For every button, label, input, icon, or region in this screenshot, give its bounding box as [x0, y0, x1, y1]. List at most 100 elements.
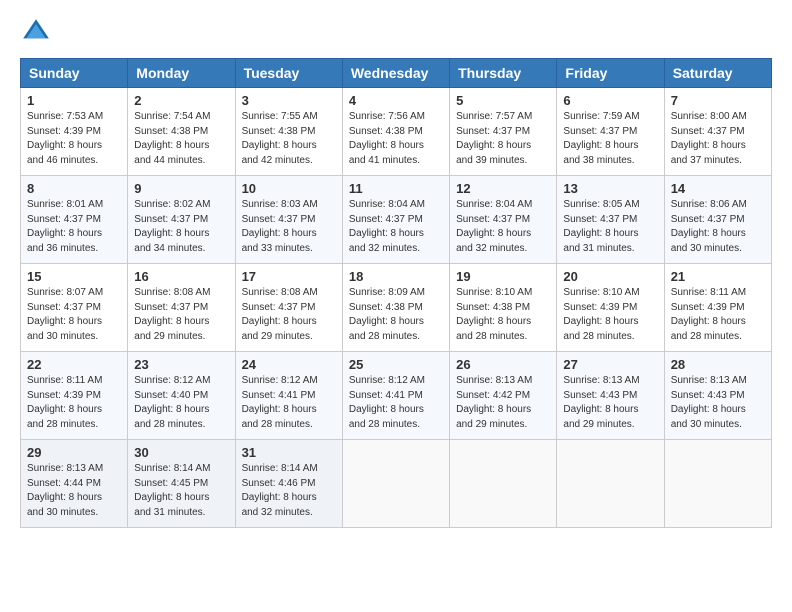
cell-info: Sunrise: 8:13 AMSunset: 4:43 PMDaylight:… — [563, 374, 657, 432]
calendar-header-tuesday: Tuesday — [235, 59, 342, 88]
calendar-cell: 10Sunrise: 8:03 AMSunset: 4:37 PMDayligh… — [235, 176, 342, 264]
day-number: 5 — [456, 93, 550, 108]
cell-info: Sunrise: 7:53 AMSunset: 4:39 PMDaylight:… — [27, 110, 121, 168]
cell-info: Sunrise: 8:01 AMSunset: 4:37 PMDaylight:… — [27, 198, 121, 256]
cell-info: Sunrise: 8:12 AMSunset: 4:40 PMDaylight:… — [134, 374, 228, 432]
cell-info: Sunrise: 8:05 AMSunset: 4:37 PMDaylight:… — [563, 198, 657, 256]
cell-info: Sunrise: 8:10 AMSunset: 4:39 PMDaylight:… — [563, 286, 657, 344]
day-number: 13 — [563, 181, 657, 196]
calendar-header-friday: Friday — [557, 59, 664, 88]
cell-info: Sunrise: 8:00 AMSunset: 4:37 PMDaylight:… — [671, 110, 765, 168]
calendar-header-wednesday: Wednesday — [342, 59, 449, 88]
calendar-header-saturday: Saturday — [664, 59, 771, 88]
calendar-cell: 24 Sunrise: 8:12 AMSunset: 4:41 PMDayligh… — [235, 352, 342, 440]
calendar-cell: 13 Sunrise: 8:05 AMSunset: 4:37 PMDayligh… — [557, 176, 664, 264]
calendar-cell: 16 Sunrise: 8:08 AMSunset: 4:37 PMDayligh… — [128, 264, 235, 352]
logo-icon — [20, 16, 52, 48]
calendar-week-row: 22 Sunrise: 8:11 AMSunset: 4:39 PMDayligh… — [21, 352, 772, 440]
day-number: 23 — [134, 357, 228, 372]
cell-info: Sunrise: 8:06 AMSunset: 4:37 PMDaylight:… — [671, 198, 765, 256]
day-number: 7 — [671, 93, 765, 108]
day-number: 18 — [349, 269, 443, 284]
day-number: 26 — [456, 357, 550, 372]
cell-info: Sunrise: 8:11 AMSunset: 4:39 PMDaylight:… — [27, 374, 121, 432]
cell-info: Sunrise: 7:55 AMSunset: 4:38 PMDaylight:… — [242, 110, 336, 168]
calendar-header-thursday: Thursday — [450, 59, 557, 88]
calendar-cell: 20 Sunrise: 8:10 AMSunset: 4:39 PMDayligh… — [557, 264, 664, 352]
day-number: 6 — [563, 93, 657, 108]
calendar-header-row: SundayMondayTuesdayWednesdayThursdayFrid… — [21, 59, 772, 88]
calendar-cell: 5Sunrise: 7:57 AMSunset: 4:37 PMDaylight… — [450, 88, 557, 176]
day-number: 3 — [242, 93, 336, 108]
cell-info: Sunrise: 8:10 AMSunset: 4:38 PMDaylight:… — [456, 286, 550, 344]
calendar-cell: 6 Sunrise: 7:59 AMSunset: 4:37 PMDaylight… — [557, 88, 664, 176]
day-number: 22 — [27, 357, 121, 372]
cell-info: Sunrise: 8:08 AMSunset: 4:37 PMDaylight:… — [242, 286, 336, 344]
calendar-week-row: 15 Sunrise: 8:07 AMSunset: 4:37 PMDayligh… — [21, 264, 772, 352]
cell-info: Sunrise: 8:08 AMSunset: 4:37 PMDaylight:… — [134, 286, 228, 344]
cell-info: Sunrise: 7:54 AMSunset: 4:38 PMDaylight:… — [134, 110, 228, 168]
cell-info: Sunrise: 8:02 AMSunset: 4:37 PMDaylight:… — [134, 198, 228, 256]
day-number: 1 — [27, 93, 121, 108]
header — [20, 16, 772, 48]
day-number: 4 — [349, 93, 443, 108]
cell-info: Sunrise: 8:13 AMSunset: 4:42 PMDaylight:… — [456, 374, 550, 432]
calendar-cell: 12Sunrise: 8:04 AMSunset: 4:37 PMDayligh… — [450, 176, 557, 264]
calendar-cell: 19Sunrise: 8:10 AMSunset: 4:38 PMDayligh… — [450, 264, 557, 352]
cell-info: Sunrise: 8:13 AMSunset: 4:43 PMDaylight:… — [671, 374, 765, 432]
day-number: 28 — [671, 357, 765, 372]
calendar-cell: 29 Sunrise: 8:13 AMSunset: 4:44 PMDayligh… — [21, 440, 128, 528]
day-number: 14 — [671, 181, 765, 196]
day-number: 24 — [242, 357, 336, 372]
calendar-cell — [342, 440, 449, 528]
calendar-cell: 17 Sunrise: 8:08 AMSunset: 4:37 PMDayligh… — [235, 264, 342, 352]
calendar-cell — [557, 440, 664, 528]
calendar-cell: 11 Sunrise: 8:04 AMSunset: 4:37 PMDayligh… — [342, 176, 449, 264]
day-number: 15 — [27, 269, 121, 284]
calendar-cell: 8 Sunrise: 8:01 AMSunset: 4:37 PMDaylight… — [21, 176, 128, 264]
calendar-cell: 28 Sunrise: 8:13 AMSunset: 4:43 PMDayligh… — [664, 352, 771, 440]
day-number: 16 — [134, 269, 228, 284]
cell-info: Sunrise: 8:04 AMSunset: 4:37 PMDaylight:… — [349, 198, 443, 256]
day-number: 8 — [27, 181, 121, 196]
calendar-cell: 22 Sunrise: 8:11 AMSunset: 4:39 PMDayligh… — [21, 352, 128, 440]
cell-info: Sunrise: 8:14 AMSunset: 4:46 PMDaylight:… — [242, 462, 336, 520]
calendar-cell: 14 Sunrise: 8:06 AMSunset: 4:37 PMDayligh… — [664, 176, 771, 264]
calendar-header-monday: Monday — [128, 59, 235, 88]
calendar-cell: 9 Sunrise: 8:02 AMSunset: 4:37 PMDaylight… — [128, 176, 235, 264]
cell-info: Sunrise: 8:11 AMSunset: 4:39 PMDaylight:… — [671, 286, 765, 344]
calendar-cell: 26 Sunrise: 8:13 AMSunset: 4:42 PMDayligh… — [450, 352, 557, 440]
cell-info: Sunrise: 8:13 AMSunset: 4:44 PMDaylight:… — [27, 462, 121, 520]
calendar-cell: 31 Sunrise: 8:14 AMSunset: 4:46 PMDayligh… — [235, 440, 342, 528]
day-number: 29 — [27, 445, 121, 460]
day-number: 9 — [134, 181, 228, 196]
cell-info: Sunrise: 7:56 AMSunset: 4:38 PMDaylight:… — [349, 110, 443, 168]
cell-info: Sunrise: 8:12 AMSunset: 4:41 PMDaylight:… — [242, 374, 336, 432]
day-number: 25 — [349, 357, 443, 372]
calendar-cell: 3 Sunrise: 7:55 AMSunset: 4:38 PMDaylight… — [235, 88, 342, 176]
day-number: 2 — [134, 93, 228, 108]
day-number: 17 — [242, 269, 336, 284]
day-number: 11 — [349, 181, 443, 196]
calendar-cell: 21 Sunrise: 8:11 AMSunset: 4:39 PMDayligh… — [664, 264, 771, 352]
day-number: 31 — [242, 445, 336, 460]
calendar-cell — [450, 440, 557, 528]
calendar-week-row: 29 Sunrise: 8:13 AMSunset: 4:44 PMDayligh… — [21, 440, 772, 528]
day-number: 21 — [671, 269, 765, 284]
calendar-header-sunday: Sunday — [21, 59, 128, 88]
calendar-cell: 1 Sunrise: 7:53 AMSunset: 4:39 PMDaylight… — [21, 88, 128, 176]
day-number: 10 — [242, 181, 336, 196]
calendar-cell: 4 Sunrise: 7:56 AMSunset: 4:38 PMDaylight… — [342, 88, 449, 176]
cell-info: Sunrise: 8:12 AMSunset: 4:41 PMDaylight:… — [349, 374, 443, 432]
calendar-cell: 2 Sunrise: 7:54 AMSunset: 4:38 PMDaylight… — [128, 88, 235, 176]
day-number: 20 — [563, 269, 657, 284]
calendar-week-row: 8 Sunrise: 8:01 AMSunset: 4:37 PMDaylight… — [21, 176, 772, 264]
calendar-cell: 7 Sunrise: 8:00 AMSunset: 4:37 PMDaylight… — [664, 88, 771, 176]
cell-info: Sunrise: 7:59 AMSunset: 4:37 PMDaylight:… — [563, 110, 657, 168]
calendar-cell: 23 Sunrise: 8:12 AMSunset: 4:40 PMDayligh… — [128, 352, 235, 440]
cell-info: Sunrise: 8:07 AMSunset: 4:37 PMDaylight:… — [27, 286, 121, 344]
cell-info: Sunrise: 8:14 AMSunset: 4:45 PMDaylight:… — [134, 462, 228, 520]
cell-info: Sunrise: 8:09 AMSunset: 4:38 PMDaylight:… — [349, 286, 443, 344]
day-number: 30 — [134, 445, 228, 460]
logo — [20, 16, 56, 48]
